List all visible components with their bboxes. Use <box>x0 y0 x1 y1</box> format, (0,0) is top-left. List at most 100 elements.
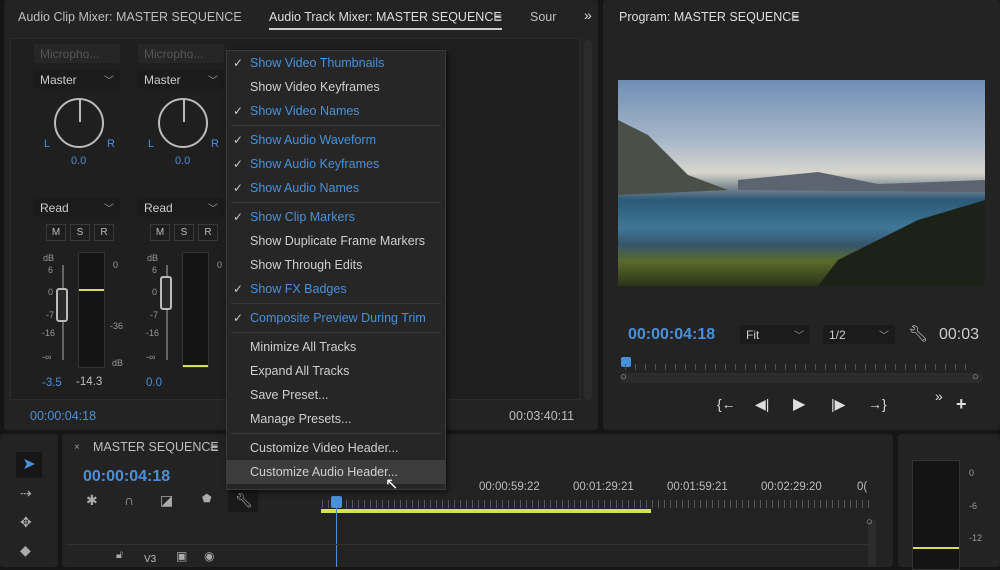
automation-select[interactable]: Read﹀ <box>34 198 120 217</box>
tab-audio-clip-mixer[interactable]: Audio Clip Mixer: MASTER SEQUENCE <box>18 10 242 24</box>
menu-item-show-video-names[interactable]: ✓Show Video Names <box>227 99 445 123</box>
volume-fader[interactable] <box>160 276 172 310</box>
input-select[interactable]: Micropho... <box>34 44 120 63</box>
volume-value[interactable]: -3.5 <box>42 377 62 389</box>
panel-menu-icon[interactable]: ≡ <box>791 9 799 25</box>
pan-l: L <box>44 138 50 150</box>
menu-item-show-through-edits[interactable]: Show Through Edits <box>227 253 445 277</box>
mute-button[interactable]: M <box>46 224 66 241</box>
wrench-icon: 🔧︎ <box>235 492 253 509</box>
output-select[interactable]: Master﹀ <box>34 70 120 89</box>
record-button[interactable]: R <box>94 224 114 241</box>
input-select[interactable]: Micropho... <box>138 44 224 63</box>
meter-tick: 0 <box>969 468 974 478</box>
checkmark-icon: ✓ <box>233 128 243 152</box>
program-title[interactable]: Program: MASTER SEQUENCE <box>619 10 800 24</box>
time-ruler[interactable] <box>625 364 975 370</box>
pan-knob[interactable] <box>158 98 208 148</box>
mute-button[interactable]: M <box>150 224 170 241</box>
more-controls-icon[interactable]: » <box>935 388 943 404</box>
menu-item-minimize-all-tracks[interactable]: Minimize All Tracks <box>227 335 445 359</box>
volume-fader[interactable] <box>56 288 68 322</box>
resolution-select[interactable]: 1/2﹀ <box>823 325 895 344</box>
zoom-scrollbar[interactable] <box>620 373 983 383</box>
razor-tool-icon[interactable]: ◆ <box>20 542 31 559</box>
zoom-label: Fit <box>746 328 759 342</box>
menu-item-label: Customize Audio Header... <box>250 465 398 479</box>
menu-item-show-video-keyframes[interactable]: Show Video Keyframes <box>227 75 445 99</box>
automation-select[interactable]: Read﹀ <box>138 198 224 217</box>
add-marker-icon[interactable]: ⬟ <box>202 492 212 505</box>
menu-item-show-audio-keyframes[interactable]: ✓Show Audio Keyframes <box>227 152 445 176</box>
playhead-handle[interactable] <box>331 496 342 508</box>
record-button[interactable]: R <box>198 224 218 241</box>
wrench-icon[interactable]: 🔧︎ <box>908 324 928 344</box>
menu-item-show-audio-names[interactable]: ✓Show Audio Names <box>227 176 445 200</box>
mouse-cursor-icon: ↖ <box>385 474 398 494</box>
menu-item-expand-all-tracks[interactable]: Expand All Tracks <box>227 359 445 383</box>
step-back-icon[interactable]: ◀| <box>755 396 769 413</box>
snap-icon[interactable]: ∩ <box>124 492 134 508</box>
tab-audio-track-mixer[interactable]: Audio Track Mixer: MASTER SEQUENCE <box>269 10 502 30</box>
sequence-title[interactable]: MASTER SEQUENCE <box>93 440 219 454</box>
play-icon[interactable]: ▶ <box>793 394 805 414</box>
lock-icon[interactable]: 🔓︎ <box>116 549 123 562</box>
pan-value[interactable]: 0.0 <box>175 155 190 167</box>
menu-item-composite-preview-during-trim[interactable]: ✓Composite Preview During Trim <box>227 306 445 330</box>
checkmark-icon: ✓ <box>233 51 243 75</box>
timeline-ruler[interactable] <box>322 500 870 508</box>
close-icon[interactable]: × <box>74 442 80 453</box>
out-point-handle[interactable]: ○ <box>972 371 979 383</box>
fader-tick: 0 <box>152 287 157 297</box>
pan-value[interactable]: 0.0 <box>71 155 86 167</box>
timeline-settings-button[interactable]: 🔧︎ <box>228 490 258 512</box>
menu-item-customize-audio-header[interactable]: Customize Audio Header... <box>227 460 445 484</box>
work-area-bar[interactable] <box>321 509 651 513</box>
menu-item-show-audio-waveform[interactable]: ✓Show Audio Waveform <box>227 128 445 152</box>
nest-icon[interactable]: ✱ <box>86 492 98 509</box>
scroll-handle[interactable]: ○ <box>866 516 873 528</box>
level-meter <box>182 252 209 368</box>
menu-item-show-video-thumbnails[interactable]: ✓Show Video Thumbnails <box>227 51 445 75</box>
menu-item-show-duplicate-frame-markers[interactable]: Show Duplicate Frame Markers <box>227 229 445 253</box>
resolution-label: 1/2 <box>829 328 846 342</box>
menu-item-label: Show Audio Keyframes <box>250 157 379 171</box>
in-point-handle[interactable]: ○ <box>620 371 627 383</box>
mixer-scrollbar[interactable] <box>584 40 592 400</box>
ripple-edit-tool-icon[interactable]: ✥ <box>20 514 32 531</box>
checkmark-icon: ✓ <box>233 205 243 229</box>
panel-menu-icon[interactable]: ≡ <box>210 439 218 455</box>
menu-item-customize-video-header[interactable]: Customize Video Header... <box>227 436 445 460</box>
menu-item-show-clip-markers[interactable]: ✓Show Clip Markers <box>227 205 445 229</box>
menu-item-show-fx-badges[interactable]: ✓Show FX Badges <box>227 277 445 301</box>
timeline-timecode[interactable]: 00:00:04:18 <box>83 468 170 486</box>
track-select-tool-icon[interactable]: ⇢ <box>20 485 32 502</box>
pan-knob[interactable] <box>54 98 104 148</box>
checkmark-icon: ✓ <box>233 176 243 200</box>
automation-label: Read <box>40 201 69 215</box>
selection-tool-icon[interactable]: ➤ <box>16 452 42 478</box>
add-button-icon[interactable]: + <box>956 394 967 415</box>
go-to-out-icon[interactable]: →} <box>868 396 887 412</box>
tools-panel: ➤ ⇢ ✥ ◆ <box>0 434 58 567</box>
program-timecode[interactable]: 00:00:04:18 <box>628 326 715 344</box>
solo-button[interactable]: S <box>174 224 194 241</box>
solo-button[interactable]: S <box>70 224 90 241</box>
menu-item-save-preset[interactable]: Save Preset... <box>227 383 445 407</box>
zoom-select[interactable]: Fit﹀ <box>740 325 810 344</box>
menu-item-manage-presets[interactable]: Manage Presets... <box>227 407 445 431</box>
menu-item-label: Show Video Names <box>250 104 360 118</box>
menu-separator <box>231 303 441 304</box>
linked-selection-icon[interactable]: ◪ <box>160 492 173 509</box>
step-forward-icon[interactable]: |▶ <box>831 396 845 413</box>
go-to-in-icon[interactable]: {← <box>717 396 736 412</box>
mixer-timecode[interactable]: 00:00:04:18 <box>30 409 96 423</box>
more-panels-icon[interactable]: » <box>584 7 592 23</box>
sync-lock-icon[interactable]: ▣ <box>176 549 187 563</box>
eye-icon[interactable]: ◉ <box>204 549 214 563</box>
menu-separator <box>231 202 441 203</box>
volume-value[interactable]: 0.0 <box>146 377 162 389</box>
output-select[interactable]: Master﹀ <box>138 70 224 89</box>
tab-source[interactable]: Sour <box>530 10 556 24</box>
panel-menu-icon[interactable]: ≡ <box>494 9 502 25</box>
